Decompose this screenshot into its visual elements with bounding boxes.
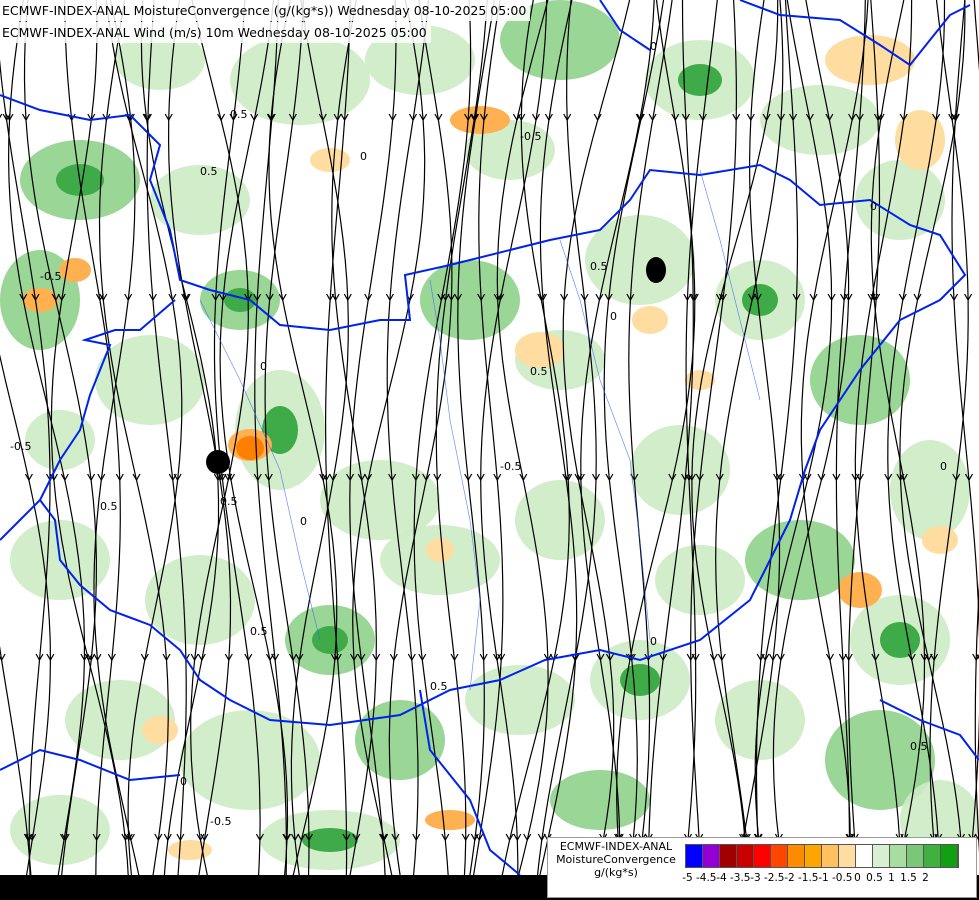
divergence-area xyxy=(450,106,510,134)
contour-label: 0.5 xyxy=(200,165,218,178)
contour-label: 0.5 xyxy=(220,495,238,508)
contour-label: 0.5 xyxy=(230,108,248,121)
contour-label: -0.5 xyxy=(40,270,61,283)
legend-tick: -5 xyxy=(682,872,693,884)
convergence-area xyxy=(145,555,255,645)
convergence-core xyxy=(302,828,358,852)
divergence-area xyxy=(426,538,454,562)
convergence-area xyxy=(890,440,970,540)
contour-label: 0.5 xyxy=(430,680,448,693)
legend-tick: -1 xyxy=(818,872,829,884)
legend-swatch xyxy=(822,845,839,867)
divergence-area xyxy=(838,572,882,608)
convergence-area xyxy=(180,710,320,810)
legend-tick: -2.5 xyxy=(764,872,785,884)
legend-swatch xyxy=(907,845,924,867)
contour-label: 0 xyxy=(360,150,367,163)
legend-tick: -2 xyxy=(784,872,795,884)
contour-label: -0.5 xyxy=(10,440,31,453)
legend-tick: 2 xyxy=(922,872,929,884)
convergence-core xyxy=(742,284,778,316)
convergence-max-marker xyxy=(646,257,666,283)
contour-label: 0.5 xyxy=(910,740,928,753)
divergence-area xyxy=(59,258,91,282)
divergence-area xyxy=(142,716,178,744)
legend-swatch xyxy=(737,845,754,867)
convergence-area xyxy=(630,425,730,515)
legend-swatch xyxy=(720,845,737,867)
contour-label: 0.5 xyxy=(100,500,118,513)
convergence-area xyxy=(760,85,880,155)
legend-tick: -0.5 xyxy=(832,872,853,884)
divergence-area xyxy=(168,840,212,860)
divergence-area xyxy=(425,810,475,830)
legend-tick: 1 xyxy=(888,872,895,884)
legend-swatch xyxy=(941,845,958,867)
contour-label: 0 xyxy=(300,515,307,528)
moisture-convergence-map: 00.5-0.500.50-0.50.500.50-0.50.500.5-0.5… xyxy=(0,0,979,900)
legend-swatch xyxy=(788,845,805,867)
map-title-wind: ECMWF-INDEX-ANAL Wind (m/s) 10m Wednesda… xyxy=(0,22,431,43)
legend-swatch xyxy=(754,845,771,867)
legend-swatch xyxy=(856,845,873,867)
divergence-area xyxy=(922,526,958,554)
legend-swatch xyxy=(771,845,788,867)
legend-swatch xyxy=(873,845,890,867)
contour-label: 0.5 xyxy=(250,625,268,638)
map-title-moisture: ECMWF-INDEX-ANAL MoistureConvergence (g/… xyxy=(0,0,531,21)
legend-swatch xyxy=(686,845,703,867)
contour-label: 0 xyxy=(650,635,657,648)
convergence-area xyxy=(465,665,575,735)
legend-tick: -1.5 xyxy=(798,872,819,884)
contour-label: 0 xyxy=(610,310,617,323)
legend-tick: 1.5 xyxy=(900,872,917,884)
legend-swatch xyxy=(703,845,720,867)
contour-label: 0 xyxy=(260,360,267,373)
contour-label: 0 xyxy=(940,460,947,473)
divergence-core xyxy=(236,436,264,460)
legend-tick: -4.5 xyxy=(696,872,717,884)
legend-tick: -3.5 xyxy=(730,872,751,884)
legend-ticks: -5 -4.5-4 -3.5-3 -2.5-2 -1.5-1 -0.5 0 0.5 1 1.5 2 xyxy=(679,872,934,884)
legend-swatch xyxy=(839,845,856,867)
contour-label: 0.5 xyxy=(530,365,548,378)
contour-label: -0.5 xyxy=(520,130,541,143)
contour-label: -0.5 xyxy=(210,815,231,828)
legend-swatches xyxy=(685,844,959,868)
contour-label: -0.5 xyxy=(500,460,521,473)
legend-title: ECMWF-INDEX-ANAL MoistureConvergence g/(… xyxy=(548,840,684,879)
legend-title-unit: g/(kg*s) xyxy=(594,866,638,879)
legend-tick: -4 xyxy=(716,872,727,884)
convergence-area xyxy=(420,260,520,340)
legend-tick: 0.5 xyxy=(866,872,883,884)
convergence-area xyxy=(10,795,110,865)
legend-tick: 0 xyxy=(854,872,861,884)
convergence-core xyxy=(880,622,920,658)
contour-label: 0.5 xyxy=(590,260,608,273)
legend-swatch xyxy=(924,845,941,867)
legend-tick: -3 xyxy=(750,872,761,884)
contour-label: 0 xyxy=(180,775,187,788)
legend-title-model: ECMWF-INDEX-ANAL xyxy=(559,840,673,853)
divergence-area xyxy=(632,306,668,334)
legend-swatch xyxy=(890,845,907,867)
legend-swatch xyxy=(805,845,822,867)
legend-title-variable: MoistureConvergence xyxy=(556,853,676,866)
contour-label: 0 xyxy=(650,40,657,53)
divergence-area xyxy=(515,332,565,368)
color-legend: ECMWF-INDEX-ANAL MoistureConvergence g/(… xyxy=(547,837,977,898)
divergence-area xyxy=(22,288,58,312)
convergence-area xyxy=(655,545,745,615)
contour-label: 0 xyxy=(870,200,877,213)
